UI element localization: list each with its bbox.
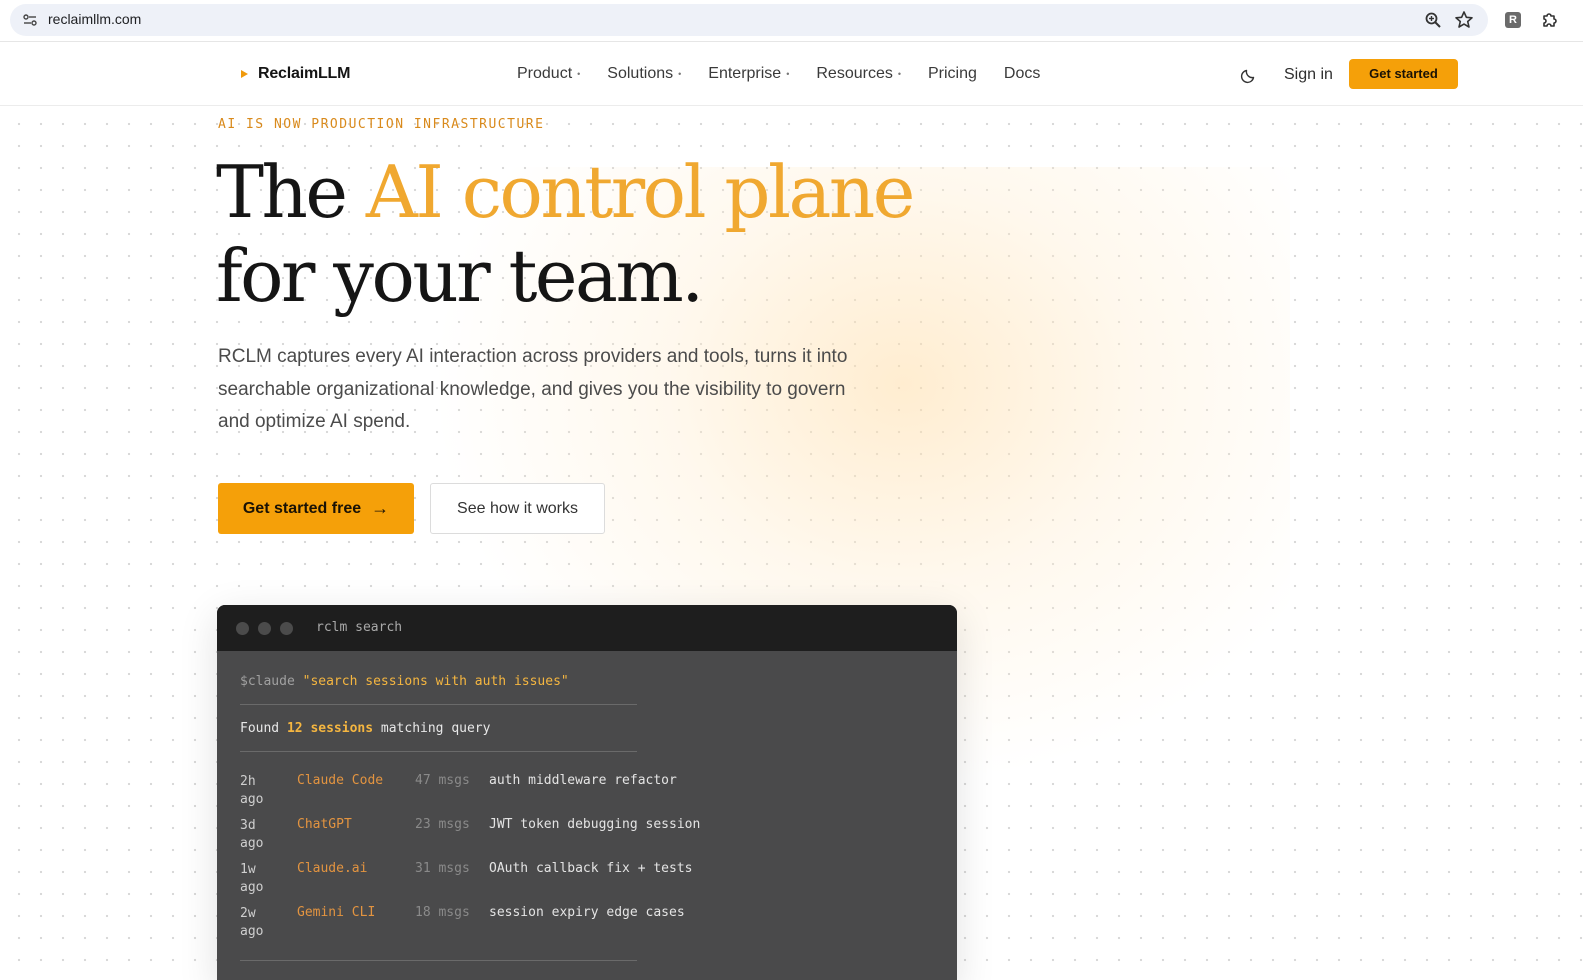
- nav-enterprise[interactable]: Enterprise •: [708, 65, 789, 83]
- puzzle-icon[interactable]: [1540, 10, 1560, 30]
- play-triangle-icon: [241, 70, 248, 78]
- window-dot-icon: [258, 622, 271, 635]
- extension-icon[interactable]: R: [1505, 12, 1521, 28]
- site-header: ReclaimLLM Product • Solutions • Enterpr…: [0, 43, 1583, 106]
- session-row: 2w ago Gemini CLI 18 msgs session expiry…: [240, 905, 685, 939]
- sign-in-link[interactable]: Sign in: [1284, 66, 1333, 84]
- headline-accent: AI control plane: [365, 150, 916, 234]
- terminal-window: rclm search $claude "search sessions wit…: [217, 605, 957, 980]
- brand-logo[interactable]: ReclaimLLM: [241, 65, 350, 83]
- get-started-button[interactable]: Get started: [1349, 59, 1458, 89]
- nav-solutions[interactable]: Solutions •: [607, 65, 681, 83]
- session-row: 3d ago ChatGPT 23 msgs JWT token debuggi…: [240, 817, 701, 851]
- terminal-prompt: $claude "search sessions with auth issue…: [240, 674, 569, 689]
- address-bar[interactable]: reclaimllm.com: [10, 4, 1488, 36]
- window-dot-icon: [236, 622, 249, 635]
- divider: [240, 751, 637, 752]
- main-nav: Product • Solutions • Enterprise • Resou…: [517, 65, 1067, 83]
- arrow-right-icon: →: [371, 498, 390, 518]
- nav-resources[interactable]: Resources •: [816, 65, 901, 83]
- get-started-free-button[interactable]: Get started free →: [218, 483, 414, 534]
- dropdown-dot-icon: •: [577, 69, 581, 79]
- session-row: 2h ago Claude Code 47 msgs auth middlewa…: [240, 773, 677, 807]
- terminal-titlebar: rclm search: [217, 605, 957, 651]
- zoom-icon[interactable]: [1424, 11, 1442, 29]
- window-dot-icon: [280, 622, 293, 635]
- see-how-it-works-button[interactable]: See how it works: [430, 483, 605, 534]
- url-text[interactable]: reclaimllm.com: [48, 11, 141, 27]
- moon-icon[interactable]: [1240, 66, 1258, 84]
- star-icon[interactable]: [1454, 10, 1474, 30]
- dropdown-dot-icon: •: [786, 69, 790, 79]
- browser-toolbar: reclaimllm.com R: [0, 0, 1583, 42]
- dropdown-dot-icon: •: [678, 69, 682, 79]
- brand-name: ReclaimLLM: [258, 65, 351, 82]
- session-row: 1w ago Claude.ai 31 msgs OAuth callback …: [240, 861, 693, 895]
- nav-docs[interactable]: Docs: [1004, 65, 1040, 83]
- site-info-icon[interactable]: [22, 12, 38, 28]
- dropdown-dot-icon: •: [897, 69, 901, 79]
- hero-headline: The AI control plane for your team.: [216, 150, 916, 318]
- results-summary: Found 12 sessions matching query: [240, 721, 491, 736]
- hero-eyebrow: AI IS NOW PRODUCTION INFRASTRUCTURE: [218, 117, 545, 132]
- nav-product[interactable]: Product •: [517, 65, 580, 83]
- terminal-title: rclm search: [316, 620, 403, 635]
- nav-pricing[interactable]: Pricing: [928, 65, 977, 83]
- hero-subcopy: RCLM captures every AI interaction acros…: [218, 346, 848, 432]
- divider: [240, 960, 637, 961]
- divider: [240, 704, 637, 705]
